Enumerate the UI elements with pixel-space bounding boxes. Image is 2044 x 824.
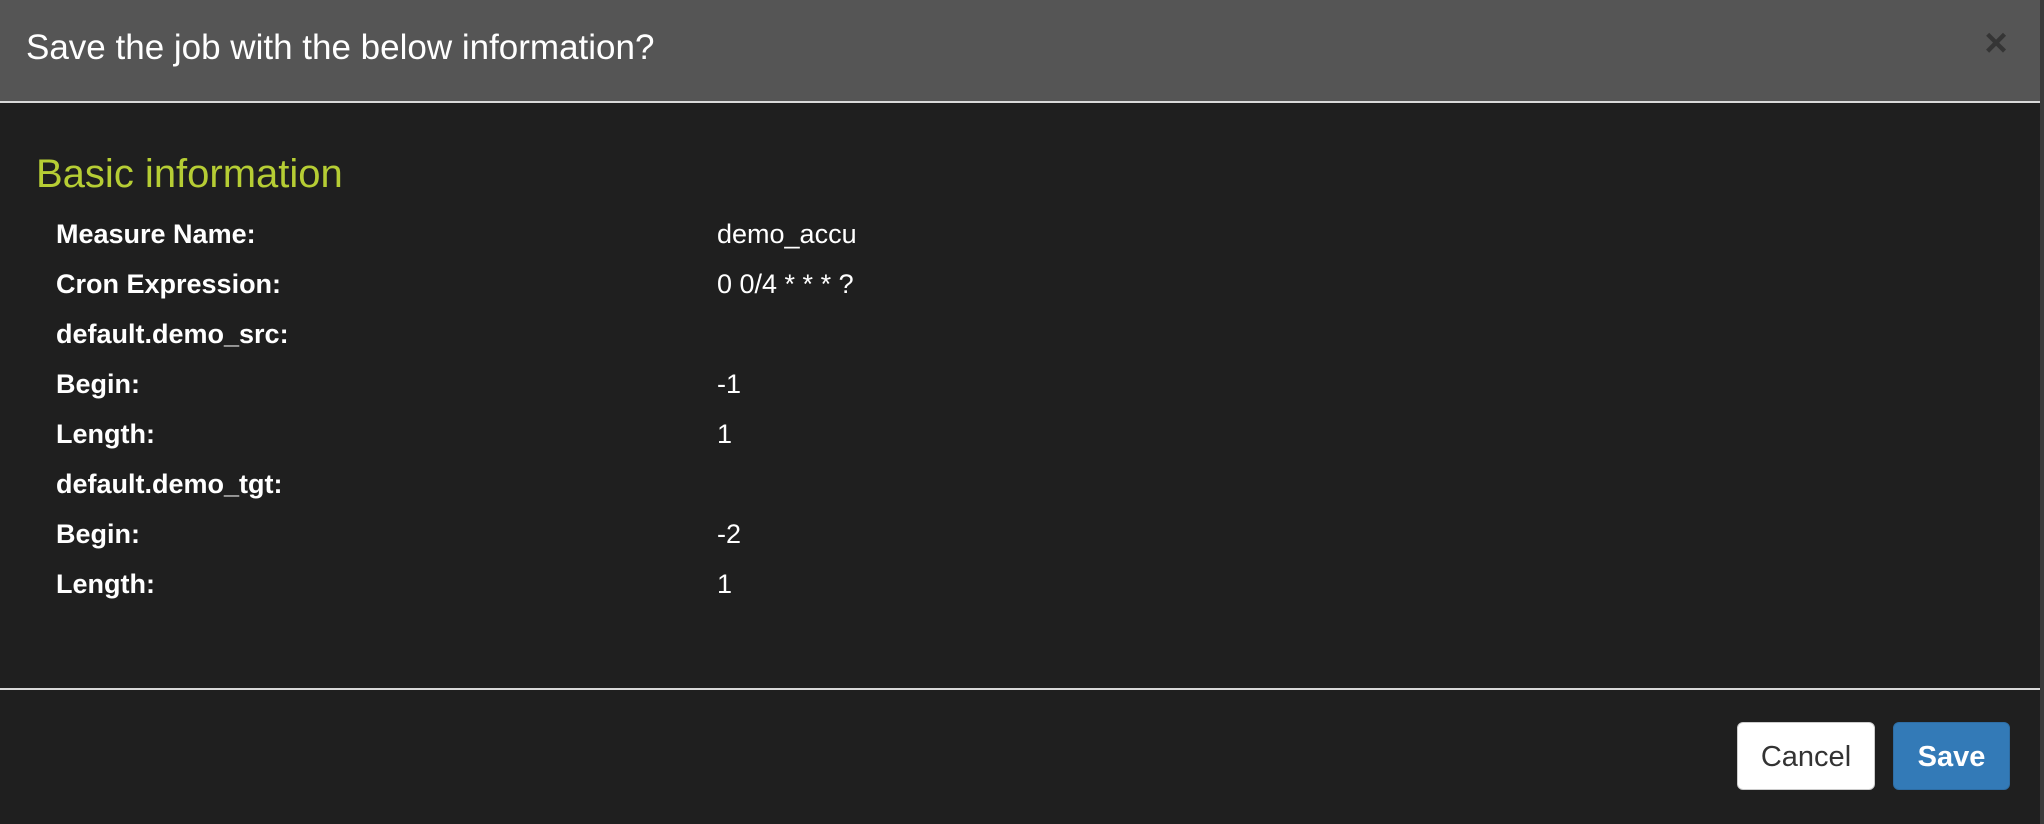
dialog-body: Basic information Measure Name: demo_acc… <box>0 104 2040 689</box>
info-label: Length: <box>56 419 155 449</box>
info-value: -1 <box>717 369 742 399</box>
info-value: 1 <box>717 419 733 449</box>
info-value: demo_accu <box>717 219 857 249</box>
close-icon[interactable]: × <box>1980 23 2012 63</box>
dialog-header: Save the job with the below information?… <box>0 0 2040 103</box>
info-label: default.demo_src: <box>56 319 289 349</box>
save-button[interactable]: Save <box>1893 722 2010 790</box>
info-row-cron-expression: Cron Expression: 0 0/4 * * * ? <box>56 264 1956 314</box>
info-label: Length: <box>56 569 155 599</box>
info-row-source-length: Length: 1 <box>56 414 1956 464</box>
info-label: Cron Expression: <box>56 269 282 299</box>
cancel-button[interactable]: Cancel <box>1737 722 1875 790</box>
info-value: 1 <box>717 569 733 599</box>
info-row-target-begin: Begin: -2 <box>56 514 1956 564</box>
info-list: Measure Name: demo_accu Cron Expression:… <box>56 214 1956 614</box>
info-label: Begin: <box>56 519 140 549</box>
save-job-dialog: Save the job with the below information?… <box>0 0 2044 824</box>
info-value: 0 0/4 * * * ? <box>717 269 854 299</box>
info-row-target-table: default.demo_tgt: <box>56 464 1956 514</box>
info-label: default.demo_tgt: <box>56 469 283 499</box>
info-value: -2 <box>717 519 742 549</box>
info-label: Measure Name: <box>56 219 256 249</box>
info-row-source-table: default.demo_src: <box>56 314 1956 364</box>
info-row-measure-name: Measure Name: demo_accu <box>56 214 1956 264</box>
info-label: Begin: <box>56 369 140 399</box>
info-row-target-length: Length: 1 <box>56 564 1956 614</box>
dialog-footer: Cancel Save <box>0 690 2040 824</box>
dialog-title: Save the job with the below information? <box>26 28 655 67</box>
section-heading: Basic information <box>36 152 343 196</box>
info-row-source-begin: Begin: -1 <box>56 364 1956 414</box>
